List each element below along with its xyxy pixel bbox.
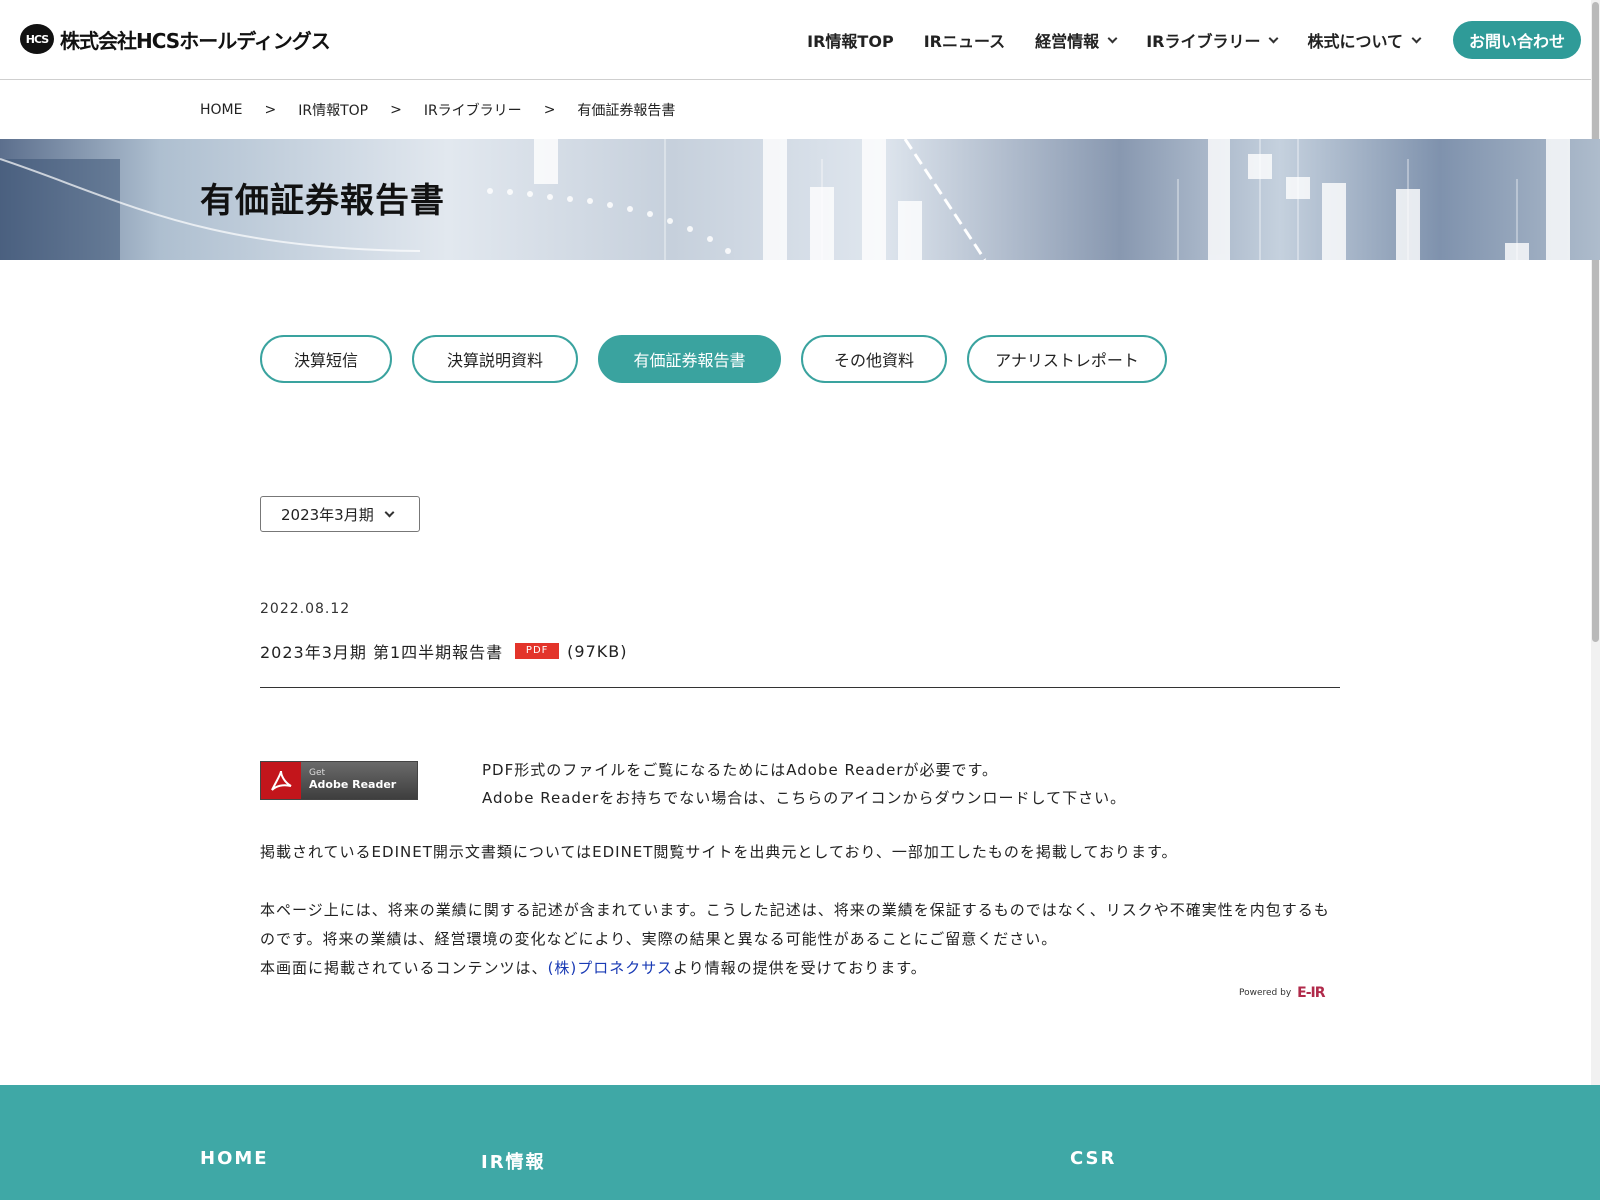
nav-label: IRライブラリー	[1146, 32, 1261, 51]
provider-link[interactable]: (株)プロネクサス	[548, 959, 673, 977]
powered-by-label: Powered by	[1239, 988, 1292, 998]
footer-link-csr[interactable]: CSR	[1070, 1148, 1116, 1169]
tab-other-materials[interactable]: その他資料	[801, 335, 947, 383]
powered-by[interactable]: Powered by E-IR	[1239, 985, 1326, 1001]
site-footer: HOME IR情報 CSR	[0, 1085, 1600, 1200]
adobe-note-line1: PDF形式のファイルをご覧になるためにはAdobe Readerが必要です。	[482, 761, 999, 779]
breadcrumb-ir-top[interactable]: IR情報TOP	[298, 100, 368, 120]
tab-analyst-report[interactable]: アナリストレポート	[967, 335, 1167, 383]
nav-ir-news[interactable]: IRニュース	[924, 28, 1005, 52]
tab-securities-report[interactable]: 有価証券報告書	[598, 335, 781, 383]
breadcrumb-separator: >	[390, 102, 402, 118]
nav-label: 株式について	[1307, 32, 1403, 51]
pdf-badge: PDF	[515, 643, 560, 659]
page-title: 有価証券報告書	[200, 181, 445, 221]
nav-label: IR情報TOP	[807, 32, 894, 51]
hero-banner: 有価証券報告書	[0, 139, 1600, 260]
fiscal-period-value: 2023年3月期	[281, 505, 374, 524]
fiscal-period-select[interactable]: 2023年3月期	[260, 496, 420, 532]
adobe-badge-large: Adobe Reader	[309, 778, 397, 791]
tab-tanshin[interactable]: 決算短信	[260, 335, 392, 383]
logo-text: 株式会社HCSホールディングス	[60, 28, 331, 53]
chevron-down-icon	[1107, 33, 1118, 43]
nav-ir-library[interactable]: IRライブラリー	[1146, 28, 1279, 52]
breadcrumb: HOME > IR情報TOP > IRライブラリー > 有価証券報告書	[200, 100, 675, 120]
provider-suffix: より情報の提供を受けております。	[672, 959, 927, 977]
chevron-down-icon	[1411, 33, 1422, 43]
contact-button[interactable]: お問い合わせ	[1453, 21, 1581, 59]
adobe-acrobat-icon	[261, 762, 301, 799]
nav-label: 経営情報	[1035, 32, 1100, 51]
document-row: 2023年3月期 第1四半期報告書 PDF (97KB)	[260, 639, 627, 663]
adobe-reader-note: PDF形式のファイルをご覧になるためにはAdobe Readerが必要です。 A…	[482, 756, 1126, 812]
chevron-down-icon	[384, 507, 395, 518]
company-logo[interactable]: HCS 株式会社HCSホールディングス	[20, 24, 331, 54]
provider-prefix: 本画面に掲載されているコンテンツは、	[260, 959, 548, 977]
forward-looking-disclaimer: 本ページ上には、将来の業績に関する記述が含まれています。こうした記述は、将来の業…	[260, 901, 1330, 948]
breadcrumb-ir-library[interactable]: IRライブラリー	[424, 100, 522, 120]
library-category-tabs: 決算短信 決算説明資料 有価証券報告書 その他資料 アナリストレポート	[260, 335, 1167, 383]
nav-ir-top[interactable]: IR情報TOP	[807, 28, 894, 52]
chevron-down-icon	[1269, 33, 1279, 43]
nav-stock[interactable]: 株式について	[1307, 28, 1422, 52]
breadcrumb-home[interactable]: HOME	[200, 102, 242, 118]
breadcrumb-separator: >	[264, 102, 277, 118]
divider	[260, 687, 1340, 688]
document-link[interactable]: 2023年3月期 第1四半期報告書	[260, 639, 503, 663]
breadcrumb-current: 有価証券報告書	[577, 103, 676, 119]
tab-presentation[interactable]: 決算説明資料	[412, 335, 578, 383]
disclaimer-block: 本ページ上には、将来の業績に関する記述が含まれています。こうした記述は、将来の業…	[260, 896, 1345, 983]
footer-link-home[interactable]: HOME	[200, 1148, 269, 1169]
adobe-badge-small: Get	[309, 768, 326, 778]
eir-logo: E-IR	[1297, 985, 1325, 1001]
nav-label: IRニュース	[923, 32, 1006, 51]
scrollbar-thumb[interactable]	[1592, 2, 1599, 642]
footer-link-ir[interactable]: IR情報	[481, 1148, 546, 1174]
content-provider-note: 本画面に掲載されているコンテンツは、(株)プロネクサスより情報の提供を受けており…	[260, 954, 1345, 983]
breadcrumb-separator: >	[543, 102, 556, 118]
document-date: 2022.08.12	[260, 601, 351, 617]
site-header: HCS 株式会社HCSホールディングス IR情報TOP IRニュース 経営情報 …	[0, 0, 1600, 80]
nav-management[interactable]: 経営情報	[1035, 28, 1118, 52]
global-nav: IR情報TOP IRニュース 経営情報 IRライブラリー 株式について	[807, 0, 1422, 80]
get-adobe-reader-button[interactable]: Get Adobe Reader	[260, 761, 418, 800]
document-size: (97KB)	[567, 641, 628, 661]
edinet-notice: 掲載されているEDINET開示文書類についてはEDINET閲覧サイトを出典元とし…	[260, 843, 1178, 861]
adobe-note-line2: Adobe Readerをお持ちでない場合は、こちらのアイコンからダウンロードし…	[482, 789, 1127, 807]
adobe-badge-text: Get Adobe Reader	[301, 762, 417, 799]
logo-mark-icon: HCS	[20, 24, 54, 54]
